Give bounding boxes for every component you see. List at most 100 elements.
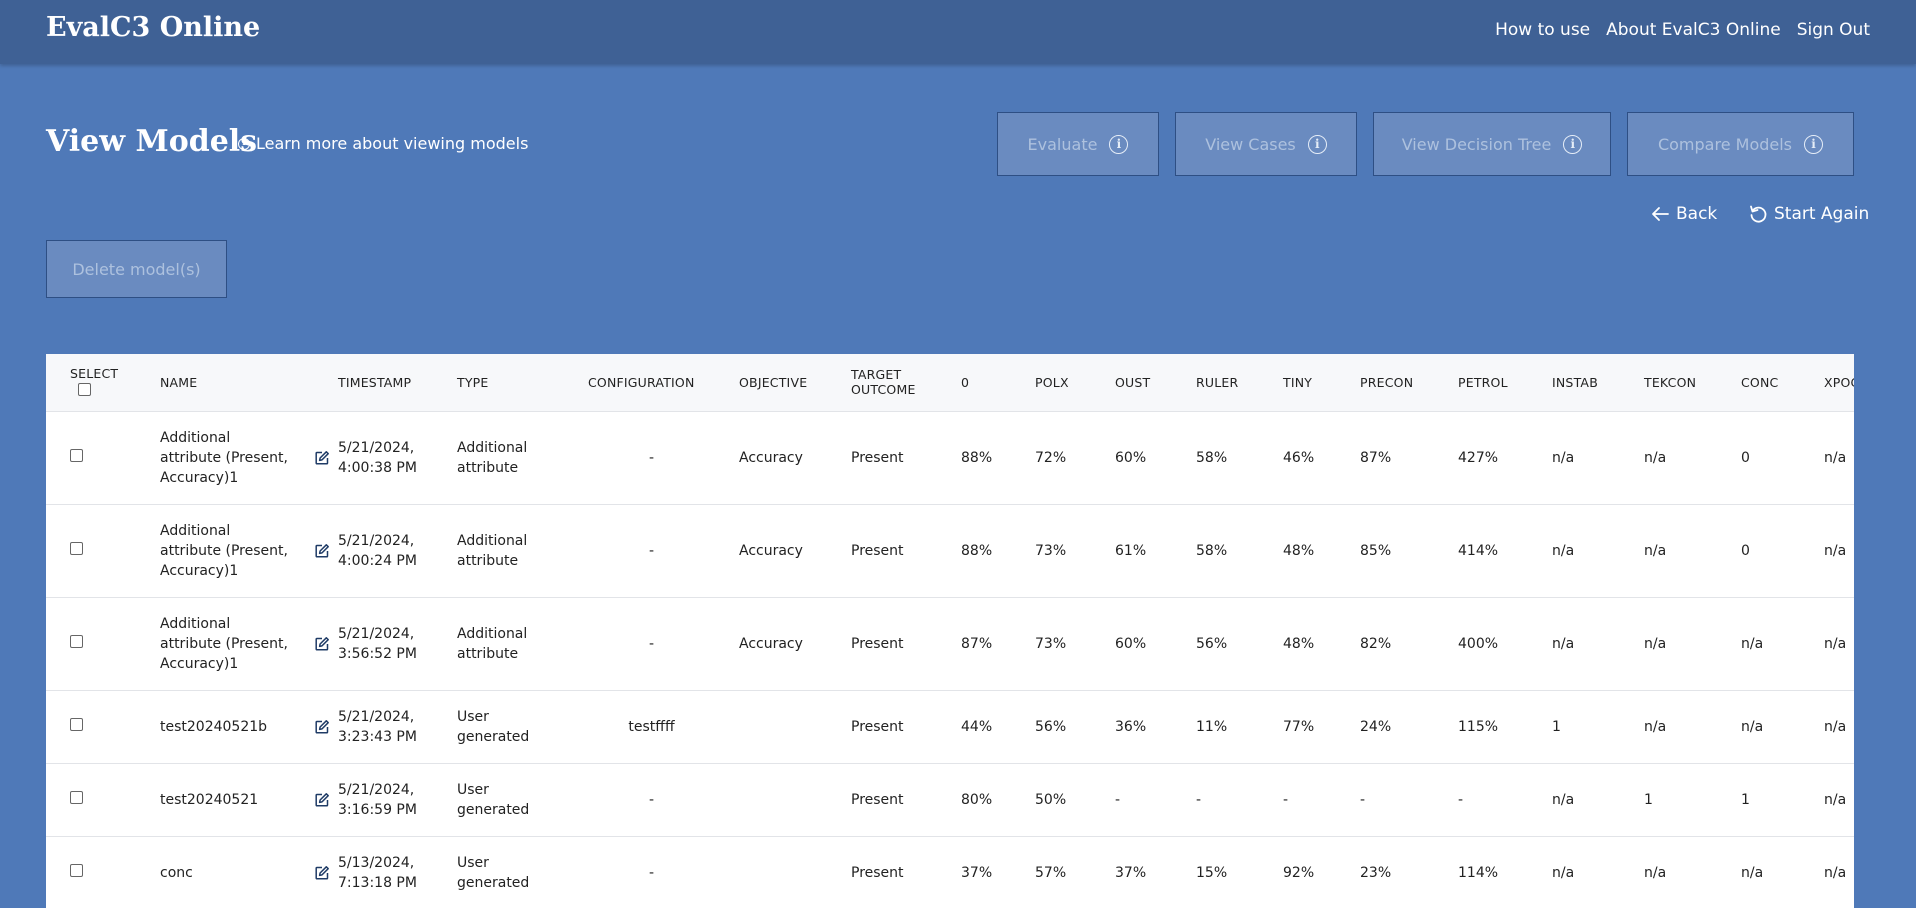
- header-ruler[interactable]: RULER: [1196, 354, 1283, 412]
- ruler-cell: -: [1196, 763, 1283, 837]
- header-0[interactable]: 0: [961, 354, 1035, 412]
- header-objective[interactable]: OBJECTIVE: [739, 354, 851, 412]
- row-checkbox[interactable]: [70, 717, 83, 731]
- app-title[interactable]: EvalC3 Online: [46, 12, 260, 43]
- model-name: test20240521: [160, 790, 258, 810]
- edit-icon[interactable]: [314, 792, 330, 808]
- header-configuration[interactable]: CONFIGURATION: [588, 354, 739, 412]
- edit-icon[interactable]: [314, 543, 330, 559]
- oust-cell: 61%: [1115, 504, 1196, 598]
- header-target-outcome[interactable]: TARGET OUTCOME: [851, 354, 961, 412]
- type-line: generated: [457, 874, 530, 891]
- row-checkbox[interactable]: [70, 863, 83, 877]
- row-checkbox[interactable]: [70, 541, 83, 555]
- nav-how-to-use[interactable]: How to use: [1495, 20, 1590, 40]
- row-checkbox[interactable]: [70, 448, 83, 462]
- evaluate-button[interactable]: Evaluate i: [997, 112, 1159, 176]
- configuration-cell: testffff: [588, 690, 739, 764]
- header-type[interactable]: TYPE: [457, 354, 588, 412]
- type-line: Additional: [457, 625, 528, 642]
- configuration-cell: -: [588, 763, 739, 837]
- table-row[interactable]: Additional attribute (Present, Accuracy)1 5…: [46, 411, 1854, 505]
- table-row[interactable]: test20240521b 5/21/2024, 3:23:43 PM User gen…: [46, 690, 1854, 764]
- objective-cell: [739, 690, 851, 764]
- select-all-checkbox[interactable]: [78, 382, 91, 396]
- top-bar: EvalC3 Online How to use About EvalC3 On…: [0, 0, 1916, 64]
- info-icon[interactable]: i: [1307, 134, 1327, 154]
- header-select-label: SELECT: [70, 365, 119, 381]
- zero-cell: 87%: [961, 597, 1035, 691]
- configuration-cell: -: [588, 597, 739, 691]
- info-icon[interactable]: i: [1804, 134, 1824, 154]
- model-name: test20240521b: [160, 717, 267, 737]
- conc-cell: 1: [1741, 763, 1824, 837]
- header-timestamp[interactable]: TIMESTAMP: [338, 354, 457, 412]
- table-row[interactable]: Additional attribute (Present, Accuracy)1 5…: [46, 504, 1854, 598]
- header-select: SELECT: [46, 354, 160, 412]
- evaluate-label: Evaluate: [1027, 134, 1098, 154]
- learn-more-link[interactable]: i Learn more about viewing models: [238, 134, 528, 153]
- model-name-line: test20240521b: [160, 718, 268, 735]
- refresh-icon: [1750, 205, 1767, 223]
- edit-icon[interactable]: [314, 450, 330, 466]
- type-line: attribute: [457, 459, 519, 476]
- header-outcome-label: OUTCOME: [851, 382, 916, 398]
- header-instab[interactable]: INSTAB: [1552, 354, 1644, 412]
- name-cell: conc: [160, 836, 338, 908]
- header-oust[interactable]: OUST: [1115, 354, 1196, 412]
- select-cell: [46, 597, 160, 691]
- table-row[interactable]: conc 5/13/2024, 7:13:18 PM User generated - Pr…: [46, 836, 1854, 908]
- timestamp-cell: 5/21/2024, 4:00:38 PM: [338, 411, 457, 505]
- edit-icon[interactable]: [314, 636, 330, 652]
- timestamp-cell: 5/21/2024, 4:00:24 PM: [338, 504, 457, 598]
- target-outcome-cell: Present: [851, 690, 961, 764]
- back-button[interactable]: Back: [1650, 204, 1717, 224]
- header-polx[interactable]: POLX: [1035, 354, 1115, 412]
- polx-cell: 73%: [1035, 504, 1115, 598]
- tekcon-cell: 1: [1644, 763, 1741, 837]
- model-name-line: attribute (Present,: [160, 542, 288, 559]
- header-name[interactable]: NAME: [160, 354, 338, 412]
- conc-cell: 0: [1741, 504, 1824, 598]
- objective-cell: [739, 836, 851, 908]
- table-row[interactable]: Additional attribute (Present, Accuracy)1 5…: [46, 597, 1854, 691]
- start-again-button[interactable]: Start Again: [1748, 204, 1869, 224]
- polx-cell: 57%: [1035, 836, 1115, 908]
- edit-icon[interactable]: [314, 719, 330, 735]
- view-cases-button[interactable]: View Cases i: [1175, 112, 1357, 176]
- row-checkbox[interactable]: [70, 634, 83, 648]
- compare-models-button[interactable]: Compare Models i: [1627, 112, 1854, 176]
- row-checkbox[interactable]: [70, 790, 83, 804]
- select-cell: [46, 504, 160, 598]
- nav-sign-out[interactable]: Sign Out: [1797, 20, 1870, 40]
- polx-cell: 56%: [1035, 690, 1115, 764]
- info-icon[interactable]: i: [1109, 134, 1129, 154]
- select-cell: [46, 690, 160, 764]
- info-icon[interactable]: i: [1563, 134, 1583, 154]
- header-xpoc[interactable]: XPOC: [1824, 354, 1854, 412]
- table-row[interactable]: test20240521 5/21/2024, 3:16:59 PM User gene…: [46, 763, 1854, 837]
- timestamp-line: 5/21/2024,: [338, 439, 415, 456]
- header-precon[interactable]: PRECON: [1360, 354, 1458, 412]
- objective-cell: Accuracy: [739, 504, 851, 598]
- name-cell: Additional attribute (Present, Accuracy)1: [160, 504, 338, 598]
- header-tiny[interactable]: TINY: [1283, 354, 1360, 412]
- petrol-cell: 400%: [1458, 597, 1552, 691]
- oust-cell: -: [1115, 763, 1196, 837]
- top-nav: How to use About EvalC3 Online Sign Out: [1495, 20, 1870, 40]
- header-tekcon[interactable]: TEKCON: [1644, 354, 1741, 412]
- instab-cell: n/a: [1552, 763, 1644, 837]
- header-conc[interactable]: CONC: [1741, 354, 1824, 412]
- type-line: User: [457, 854, 489, 871]
- edit-icon[interactable]: [314, 865, 330, 881]
- header-petrol[interactable]: PETROL: [1458, 354, 1552, 412]
- type-cell: User generated: [457, 836, 588, 908]
- type-line: attribute: [457, 552, 519, 569]
- nav-about[interactable]: About EvalC3 Online: [1606, 20, 1781, 40]
- xpoc-cell: n/a: [1824, 763, 1854, 837]
- model-name-line: attribute (Present,: [160, 635, 288, 652]
- model-name-line: Accuracy)1: [160, 562, 239, 579]
- model-name-line: attribute (Present,: [160, 449, 288, 466]
- view-decision-tree-button[interactable]: View Decision Tree i: [1373, 112, 1611, 176]
- delete-models-button[interactable]: Delete model(s): [46, 240, 227, 298]
